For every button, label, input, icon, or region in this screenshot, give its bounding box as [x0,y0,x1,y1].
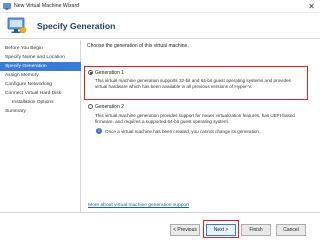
sidebar-item-specify-generation[interactable]: Specify Generation [0,62,81,71]
sidebar-item-assign-memory[interactable]: Assign Memory [0,71,81,80]
close-icon[interactable]: ✕ [307,2,316,11]
generation-info-note: Once a virtual machine has been created,… [105,129,261,134]
cancel-button[interactable]: Cancel [276,224,306,236]
virtual-machine-icon [7,17,27,34]
wizard-footer: < Previous Next > Finish Cancel [0,212,320,242]
generation-2-label[interactable]: Generation 2 [95,104,124,110]
page-title: Specify Generation [37,21,116,31]
sidebar-item-configure-networking[interactable]: Configure Networking [0,80,81,89]
sidebar-item-summary[interactable]: Summary [0,107,81,116]
window-title: New Virtual Machine Wizard [14,3,80,9]
sidebar-item-specify-name-location[interactable]: Specify Name and Location [0,53,81,62]
generation-1-description: This virtual machine generation supports… [95,78,305,90]
generation-prompt: Choose the generation of this virtual ma… [87,43,189,49]
wizard-header: Specify Generation [0,13,320,39]
sidebar-item-connect-virtual-hard-disk[interactable]: Connect Virtual Hard Disk [0,89,81,98]
generation-support-link[interactable]: More about virtual machine generation su… [88,203,189,208]
finish-button[interactable]: Finish [241,224,271,236]
generation-1-desc-line-2: virtual hardware which has been availabl… [95,84,253,89]
info-icon: i [96,128,102,134]
generation-2-radio[interactable] [88,104,93,109]
generation-1-radio[interactable] [88,70,93,75]
generation-2-desc-line-2: firmware, and requires a supported 64-bi… [95,119,230,124]
sidebar-item-installation-options[interactable]: Installation Options [0,98,81,107]
hyperv-app-icon [3,3,11,10]
generation-2-description: This virtual machine generation provides… [95,113,305,125]
wizard-steps-sidebar: Before You Begin Specify Name and Locati… [0,40,81,212]
generation-1-label[interactable]: Generation 1 [95,70,124,76]
sidebar-item-before-you-begin[interactable]: Before You Begin [0,44,81,53]
next-button-highlight [203,220,239,238]
previous-button[interactable]: < Previous [170,224,200,236]
window-titlebar: New Virtual Machine Wizard ✕ [0,0,320,13]
